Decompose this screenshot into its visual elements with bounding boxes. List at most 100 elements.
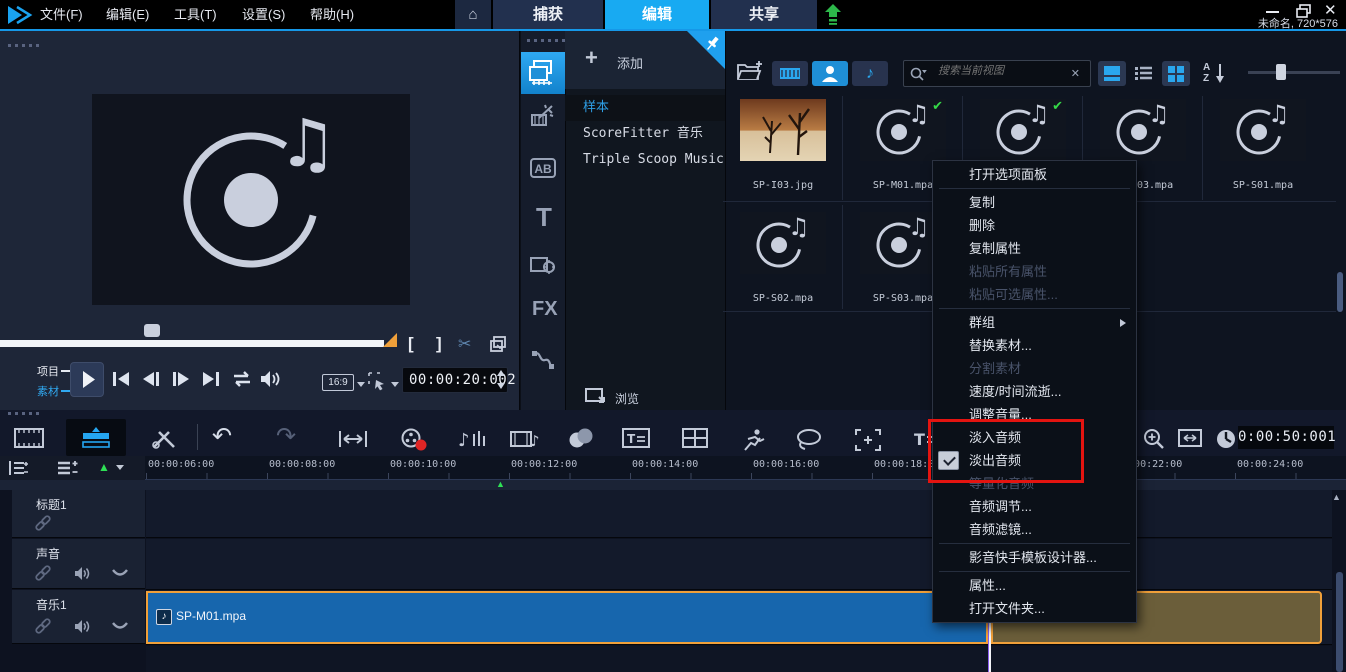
minimize-button[interactable] xyxy=(1266,11,1279,13)
tab-edit[interactable]: 编辑 xyxy=(605,0,709,29)
sidebar-title-button[interactable]: T xyxy=(536,202,552,233)
link-icon[interactable] xyxy=(34,564,52,582)
link-icon[interactable] xyxy=(34,514,52,532)
panel-drag-handle[interactable] xyxy=(8,44,42,47)
browse-label[interactable]: 浏览 xyxy=(615,390,639,407)
timeline-timecode[interactable]: 0:00:50:001 xyxy=(1238,426,1334,449)
voice-track-header[interactable]: 声音 xyxy=(12,539,145,589)
chapter-marker-button[interactable]: ▲ xyxy=(98,460,110,474)
category-triple-scoop[interactable]: Triple Scoop Music xyxy=(565,147,725,173)
search-box[interactable]: ✕ xyxy=(903,60,1091,87)
marker-dropdown-caret[interactable] xyxy=(116,465,124,470)
zoom-in-button[interactable] xyxy=(1143,428,1165,450)
mute-speaker-icon[interactable] xyxy=(74,566,91,581)
transition-button[interactable] xyxy=(566,428,596,450)
cue-strip[interactable] xyxy=(0,480,1346,490)
timeline-scrollbar[interactable] xyxy=(1336,572,1343,672)
thumbnail-audio[interactable]: ♫ xyxy=(1100,99,1186,161)
fit-timeline-button[interactable] xyxy=(1178,428,1202,448)
view-list-button[interactable] xyxy=(1130,61,1158,86)
media-cell[interactable]: ♫ SP-S01.mpa xyxy=(1203,96,1323,200)
title-track-lane[interactable] xyxy=(146,490,1332,538)
preview-timecode[interactable]: 00:00:20:002 xyxy=(402,367,508,393)
upload-arrow-icon[interactable] xyxy=(824,3,842,26)
menu-item-fastflick-template-designer[interactable]: 影音快手模板设计器... xyxy=(933,546,1136,569)
menu-file[interactable]: 文件(F) xyxy=(40,0,83,29)
split-screen-button[interactable] xyxy=(682,428,708,448)
split-clip-scissors-icon[interactable]: ✂ xyxy=(458,334,471,354)
menu-item-open-folder[interactable]: 打开文件夹... xyxy=(933,597,1136,620)
view-thumbnail-button[interactable] xyxy=(1098,61,1126,86)
menu-settings[interactable]: 设置(S) xyxy=(242,0,285,29)
filter-audio-button[interactable]: ♪ xyxy=(852,61,888,86)
browse-icon[interactable] xyxy=(585,388,607,405)
menu-item-audio-filter[interactable]: 音频滤镜... xyxy=(933,518,1136,541)
category-samples[interactable]: 样本 xyxy=(565,95,725,121)
next-frame-button[interactable] xyxy=(172,371,190,387)
menu-item-audio-adjust[interactable]: 音频调节... xyxy=(933,495,1136,518)
thumbnail-audio[interactable]: ♫ xyxy=(1220,99,1306,161)
fade-icon[interactable] xyxy=(112,568,128,578)
fade-icon[interactable] xyxy=(112,621,128,631)
aspect-ratio-selector[interactable]: 16:9 xyxy=(322,374,354,391)
track-manager-button[interactable] xyxy=(8,459,30,477)
menu-item-fade-in-audio[interactable]: 淡入音频 xyxy=(933,426,1136,449)
selection-tool-icon[interactable] xyxy=(368,372,388,392)
thumbnail-audio[interactable]: ♫ xyxy=(740,212,826,274)
prev-frame-button[interactable] xyxy=(142,371,160,387)
menu-item-fade-out-audio[interactable]: 淡出音频 xyxy=(933,449,1136,472)
sidebar-media-button[interactable] xyxy=(521,52,565,94)
mark-in-button[interactable]: [ xyxy=(408,334,414,354)
clear-search-icon[interactable]: ✕ xyxy=(1071,67,1080,80)
media-cell[interactable]: ♫ SP-S02.mpa xyxy=(723,205,843,309)
menu-item-delete[interactable]: 删除 xyxy=(933,214,1136,237)
filter-video-button[interactable] xyxy=(772,61,808,86)
menu-item-replace-clip[interactable]: 替换素材... xyxy=(933,334,1136,357)
sidebar-overlay-button[interactable] xyxy=(530,254,556,276)
subtitle-editor-button[interactable]: T xyxy=(622,428,652,450)
mute-speaker-icon[interactable] xyxy=(74,619,91,634)
playback-mode-switch[interactable]: 项目 素材 xyxy=(30,363,70,399)
record-capture-button[interactable] xyxy=(400,428,428,452)
timecode-stepper[interactable] xyxy=(496,369,506,391)
sort-button[interactable]: AZ xyxy=(1203,61,1227,87)
music-clip-selected[interactable]: ♪ SP-M01.mpa xyxy=(146,591,988,644)
auto-music-button[interactable]: ♪ xyxy=(510,428,540,452)
sidebar-instant-project-button[interactable] xyxy=(531,104,555,128)
fit-project-button[interactable] xyxy=(338,428,368,450)
3d-title-button[interactable] xyxy=(854,428,882,452)
music-track-header[interactable]: 音乐1 xyxy=(12,590,145,644)
seek-bar[interactable] xyxy=(0,340,384,347)
sound-mixer-button[interactable]: ♪ xyxy=(458,428,488,452)
view-grid-button[interactable] xyxy=(1162,61,1190,86)
menu-item-group[interactable]: 群组 xyxy=(933,311,1136,334)
filter-photo-button[interactable] xyxy=(812,61,848,86)
play-button[interactable] xyxy=(70,362,104,397)
menu-item-properties[interactable]: 属性... xyxy=(933,574,1136,597)
category-scorefitter[interactable]: ScoreFitter 音乐 xyxy=(565,121,725,147)
library-drag-handle[interactable] xyxy=(527,39,569,42)
sidebar-motion-path-button[interactable] xyxy=(531,348,555,372)
undo-button[interactable]: ↶ xyxy=(212,422,232,451)
seek-handle[interactable] xyxy=(144,324,160,337)
import-media-button[interactable] xyxy=(736,60,762,82)
menu-item-open-options-panel[interactable]: 打开选项面板 xyxy=(933,163,1136,186)
motion-tracking-button[interactable] xyxy=(740,428,770,452)
empty-track-lane[interactable] xyxy=(146,646,1332,672)
sidebar-filter-button[interactable]: FX xyxy=(532,298,558,321)
sidebar-transition-button[interactable]: AB xyxy=(530,158,556,178)
aspect-dropdown-caret[interactable] xyxy=(357,382,365,387)
menu-help[interactable]: 帮助(H) xyxy=(310,0,354,29)
menu-item-speed-timelapse[interactable]: 速度/时间流逝... xyxy=(933,380,1136,403)
title-track-header[interactable]: 标题1 xyxy=(12,490,145,538)
mask-creator-button[interactable] xyxy=(796,428,824,452)
timeline-view-button[interactable] xyxy=(66,419,126,456)
menu-item-copy-attributes[interactable]: 复制属性 xyxy=(933,237,1136,260)
thumbnail-audio[interactable]: ♫ ✔ xyxy=(860,99,946,161)
thumbnail-size-slider[interactable] xyxy=(1248,71,1340,74)
storyboard-view-button[interactable] xyxy=(14,428,44,448)
tools-button[interactable] xyxy=(150,428,178,450)
redo-button[interactable]: ↷ xyxy=(276,422,296,451)
go-start-button[interactable] xyxy=(112,371,130,387)
add-track-button[interactable] xyxy=(56,459,80,477)
